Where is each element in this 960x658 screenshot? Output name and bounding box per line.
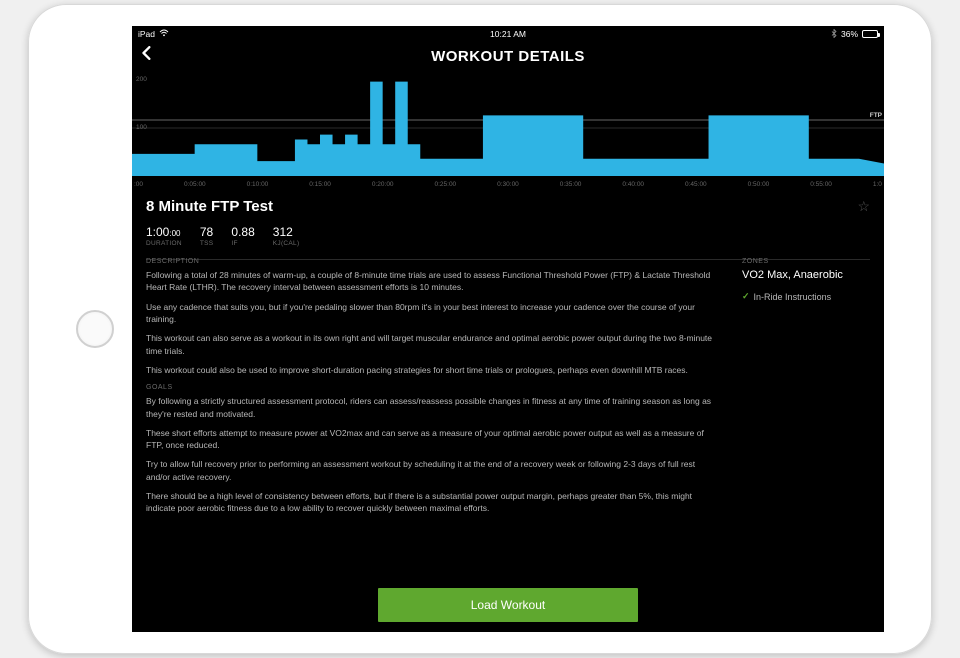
screen: iPad 10:21 AM 36% WORKOUT DETAILS [132, 26, 884, 632]
x-tick: 0:55:00 [810, 181, 832, 188]
load-workout-button[interactable]: Load Workout [378, 588, 638, 622]
x-axis-ticks: :00 0:05:00 0:10:00 0:15:00 0:20:00 0:25:00 0:… [132, 181, 884, 188]
title-block: 8 Minute FTP Test ☆ 1:00:00 DURATION 78 … [146, 198, 870, 260]
favorite-star-icon[interactable]: ☆ [857, 198, 870, 215]
stat-tss: 78 TSS [200, 225, 214, 247]
battery-icon [862, 30, 878, 38]
page-title: WORKOUT DETAILS [431, 48, 585, 65]
zones-value: VO2 Max, Anaerobic [742, 269, 870, 281]
inride-instructions: ✓ In-Ride Instructions [742, 291, 870, 302]
description-text: Following a total of 28 minutes of warm-… [146, 269, 712, 376]
bluetooth-icon [831, 29, 837, 40]
x-tick: :00 [134, 181, 143, 188]
stats-row: 1:00:00 DURATION 78 TSS 0.88 IF 312 kJ(C… [146, 225, 870, 260]
clock: 10:21 AM [490, 29, 526, 39]
back-button[interactable] [140, 46, 160, 66]
y-tick-200: 200 [136, 76, 147, 83]
x-tick: 0:25:00 [434, 181, 456, 188]
stat-if: 0.88 IF [231, 225, 254, 247]
workout-chart: 200 100 FTP :00 0:05:00 0:10:00 0:15:00 0:20… [132, 70, 884, 190]
x-tick: 0:45:00 [685, 181, 707, 188]
stat-duration: 1:00:00 DURATION [146, 225, 182, 247]
body: DESCRIPTION Following a total of 28 minu… [146, 258, 870, 572]
wifi-icon [159, 29, 169, 39]
goals-text: By following a strictly structured asses… [146, 395, 712, 515]
nav-header: WORKOUT DETAILS [132, 42, 884, 70]
x-tick: 0:05:00 [184, 181, 206, 188]
x-tick: 0:35:00 [560, 181, 582, 188]
workout-title: 8 Minute FTP Test [146, 198, 870, 215]
ftp-line-label: FTP [870, 112, 882, 119]
x-tick: 0:20:00 [372, 181, 394, 188]
check-icon: ✓ [742, 291, 750, 302]
goals-label: GOALS [146, 384, 712, 391]
inride-label: In-Ride Instructions [754, 292, 832, 302]
zones-label: ZONES [742, 258, 870, 265]
x-tick: 0:40:00 [622, 181, 644, 188]
x-tick: 1:0 [873, 181, 882, 188]
x-tick: 0:50:00 [748, 181, 770, 188]
x-tick: 0:30:00 [497, 181, 519, 188]
home-button[interactable] [76, 310, 114, 348]
description-label: DESCRIPTION [146, 258, 712, 265]
device-label: iPad [138, 29, 155, 39]
y-tick-100: 100 [136, 124, 147, 131]
status-bar: iPad 10:21 AM 36% [132, 26, 884, 42]
x-tick: 0:15:00 [309, 181, 331, 188]
battery-pct: 36% [841, 29, 858, 39]
x-tick: 0:10:00 [247, 181, 269, 188]
stat-kj: 312 kJ(CAL) [273, 225, 300, 247]
ipad-frame: iPad 10:21 AM 36% WORKOUT DETAILS [28, 4, 932, 654]
